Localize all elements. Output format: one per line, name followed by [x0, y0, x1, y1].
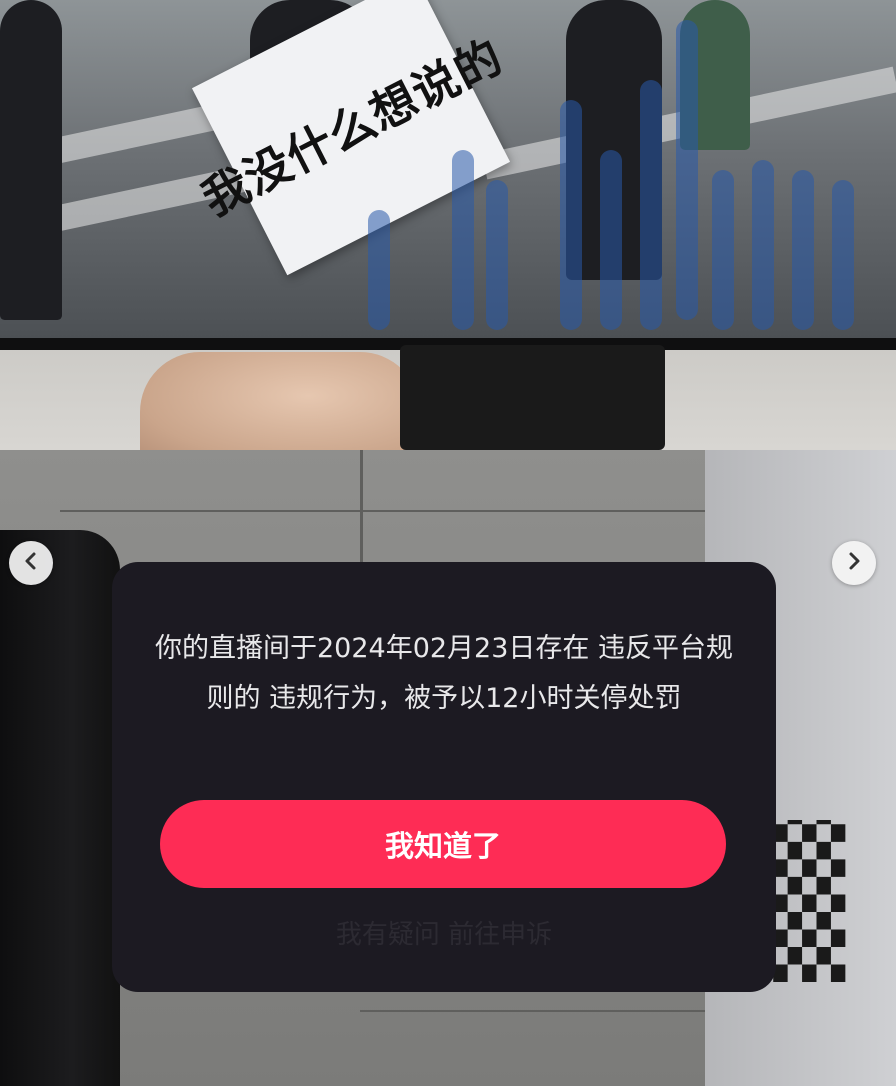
- live-comment: [452, 150, 474, 330]
- live-comment: [600, 150, 622, 330]
- chevron-right-icon: [844, 549, 864, 577]
- penalty-dialog: 你的直播间于2024年02月23日存在 违反平台规则的 违规行为，被予以12小时…: [112, 562, 776, 992]
- live-comment: [486, 180, 508, 330]
- live-comment: [640, 80, 662, 330]
- penalty-message: 你的直播间于2024年02月23日存在 违反平台规则的 违规行为，被予以12小时…: [154, 633, 733, 714]
- chevron-left-icon: [21, 549, 41, 577]
- carousel-prev-button[interactable]: [9, 541, 53, 585]
- carousel-next-button[interactable]: [832, 541, 876, 585]
- tile-seam: [360, 1010, 706, 1012]
- live-comment: [676, 20, 698, 320]
- tile-seam: [60, 510, 706, 512]
- appeal-link[interactable]: 我有疑问 前往申诉: [112, 914, 776, 951]
- black-jacket: [0, 530, 120, 1086]
- live-comment: [832, 180, 854, 330]
- phone-holder: [400, 345, 665, 450]
- phone-screen: 我没什么想说的: [0, 0, 896, 345]
- acknowledge-button[interactable]: 我知道了: [160, 800, 726, 888]
- live-comment: [368, 210, 390, 330]
- photo-livestream-screen: 我没什么想说的: [0, 0, 896, 450]
- hand: [140, 352, 420, 450]
- pedestrian-silhouette: [0, 0, 62, 320]
- live-comment: [712, 170, 734, 330]
- live-comment: [792, 170, 814, 330]
- live-comment: [560, 100, 582, 330]
- live-comment: [752, 160, 774, 330]
